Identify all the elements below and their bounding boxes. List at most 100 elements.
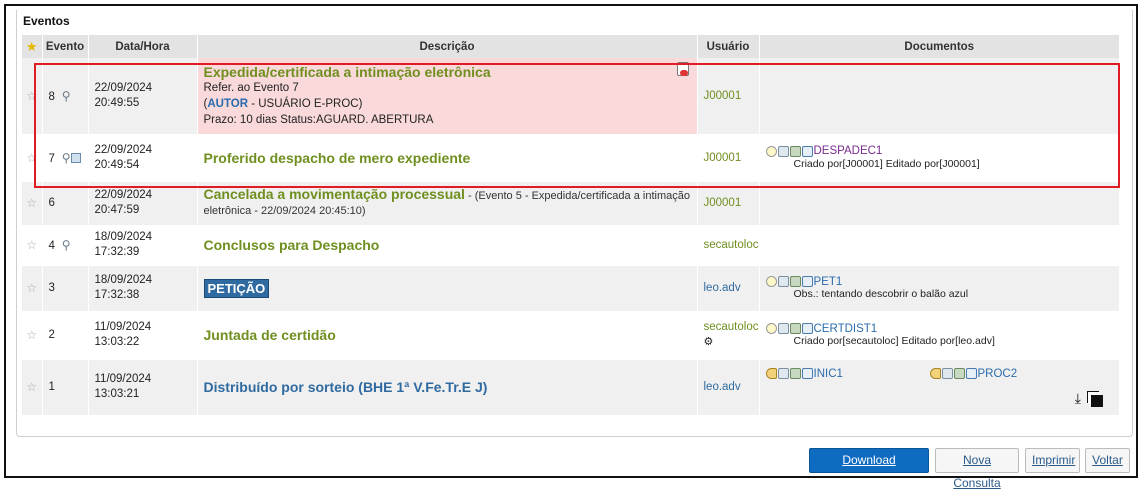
event-title[interactable]: PETIÇÃO — [203, 278, 270, 298]
document-link[interactable]: PROC2 — [978, 368, 1018, 380]
edit-icon[interactable] — [777, 323, 789, 335]
event-number: 4 — [48, 240, 55, 252]
event-title[interactable]: Proferido despacho de mero expediente — [204, 150, 691, 166]
event-time: 20:49:55 — [94, 96, 140, 109]
image-icon[interactable] — [953, 367, 965, 379]
view-icon[interactable] — [965, 367, 977, 379]
edit-icon[interactable] — [777, 367, 789, 379]
document-link[interactable]: CERTDIST1 — [814, 323, 878, 335]
event-user[interactable]: J00001 — [704, 152, 742, 164]
event-user[interactable]: J00001 — [704, 90, 742, 102]
table-row: ☆ 4 ⚲ 18/09/2024 17:32:39 Conclusos para … — [22, 225, 1120, 266]
table-row: ☆ 3 18/09/2024 17:32:38 PETIÇÃO leo.adv P… — [22, 265, 1120, 312]
event-user[interactable]: J00001 — [704, 197, 742, 209]
event-title[interactable]: Conclusos para Despacho — [204, 237, 691, 253]
gears-icon[interactable]: ⚙ — [704, 335, 753, 350]
edit-icon[interactable] — [777, 145, 789, 157]
star-outline-icon[interactable]: ☆ — [26, 380, 37, 394]
event-user[interactable]: secautoloc — [704, 320, 759, 335]
print-button[interactable]: Imprimir — [1025, 448, 1080, 473]
documents-header: Documentos — [759, 35, 1120, 58]
comment-icon[interactable] — [765, 323, 777, 335]
document-link[interactable]: DESPADEC1 — [814, 146, 883, 158]
star-outline-icon[interactable]: ☆ — [26, 89, 37, 103]
event-date: 11/09/2024 — [94, 373, 152, 385]
view-icon[interactable] — [801, 323, 813, 335]
event-title[interactable]: Juntada de certidão — [204, 327, 691, 343]
document-alert-icon[interactable] — [676, 62, 689, 76]
party-role-link[interactable]: AUTOR — [207, 98, 248, 110]
copy-icon[interactable] — [1091, 394, 1103, 407]
download-complete-button[interactable]: Download Completo — [809, 448, 929, 490]
table-row: ☆ 1 11/09/2024 13:03:21 Distribuído por s… — [22, 359, 1120, 416]
back-button[interactable]: Voltar — [1085, 448, 1130, 473]
event-user[interactable]: leo.adv — [704, 381, 741, 393]
image-icon[interactable] — [789, 145, 801, 157]
document-note: Obs.: tentando descobrir o balão azul — [793, 288, 969, 301]
document-link[interactable]: PET1 — [814, 276, 843, 288]
event-deadline: Prazo: 10 dias Status:AGUARD. ABERTURA — [203, 113, 434, 126]
event-time: 20:47:59 — [94, 204, 140, 216]
comment-icon[interactable] — [765, 276, 777, 288]
document-link[interactable]: INIC1 — [814, 368, 843, 380]
event-date: 18/09/2024 — [94, 274, 153, 286]
event-number: 7 — [48, 152, 55, 165]
star-outline-icon[interactable]: ☆ — [26, 328, 37, 342]
event-number: 8 — [48, 90, 55, 103]
view-icon[interactable] — [801, 367, 813, 379]
table-row: ☆ 7 ⚲ 22/09/2024 20:49:54 Proferido despa… — [22, 134, 1120, 182]
magnifier-icon[interactable]: ⚲ — [62, 238, 71, 252]
image-icon[interactable] — [789, 367, 801, 379]
download-icon[interactable]: ⤓ — [1075, 390, 1081, 407]
document-note: Criado por[secautoloc] Editado por[leo.a… — [793, 335, 995, 348]
event-time: 20:49:54 — [94, 158, 140, 171]
event-date: 22/09/2024 — [94, 143, 153, 156]
new-query-button[interactable]: Nova Consulta — [935, 448, 1019, 490]
event-party: (AUTOR - USUÁRIO E-PROC) — [203, 97, 363, 110]
event-header: Evento — [42, 35, 89, 58]
event-date: 22/09/2024 — [94, 189, 153, 201]
image-icon[interactable] — [789, 323, 801, 335]
preview-icon[interactable] — [70, 153, 81, 164]
event-number: 2 — [48, 329, 55, 341]
star-outline-icon[interactable]: ☆ — [26, 151, 37, 165]
table-row: ☆ 8 ⚲ 22/09/2024 20:49:55 Expedida/certif… — [22, 58, 1120, 135]
description-header: Descrição — [197, 35, 698, 58]
event-user[interactable]: leo.adv — [704, 282, 741, 294]
event-date: 22/09/2024 — [94, 81, 153, 94]
event-reference: Refer. ao Evento 7 — [203, 81, 299, 94]
comment-icon[interactable] — [765, 145, 777, 157]
event-title[interactable]: Cancelada a movimentação processual — [204, 186, 465, 202]
key-icon[interactable] — [929, 367, 941, 379]
panel-title: Eventos — [23, 14, 70, 28]
view-icon[interactable] — [801, 276, 813, 288]
event-time: 17:32:39 — [94, 246, 140, 258]
user-header: Usuário — [697, 35, 760, 58]
event-title[interactable]: Expedida/certificada a intimação eletrôn… — [204, 64, 691, 80]
document-note: Criado por[J00001] Editado por[J00001] — [793, 157, 980, 170]
favorite-header[interactable]: ★ — [22, 35, 43, 58]
magnifier-icon[interactable]: ⚲ — [62, 151, 71, 165]
event-number: 6 — [48, 197, 55, 209]
event-time: 17:32:38 — [94, 289, 140, 301]
image-icon[interactable] — [789, 276, 801, 288]
key-icon[interactable] — [765, 367, 777, 379]
star-outline-icon[interactable]: ☆ — [26, 238, 37, 252]
star-outline-icon[interactable]: ☆ — [26, 281, 37, 295]
star-icon[interactable]: ★ — [26, 39, 38, 54]
event-time: 13:03:22 — [94, 336, 140, 348]
event-date: 18/09/2024 — [94, 231, 153, 243]
magnifier-icon[interactable]: ⚲ — [62, 89, 71, 103]
edit-icon[interactable] — [777, 276, 789, 288]
event-user[interactable]: secautoloc — [704, 239, 759, 251]
event-number: 1 — [48, 381, 55, 393]
table-row: ☆ 6 22/09/2024 20:47:59 Cancelada a movim… — [22, 181, 1120, 226]
event-date: 11/09/2024 — [94, 321, 152, 333]
event-time: 13:03:21 — [94, 388, 140, 400]
view-icon[interactable] — [801, 145, 813, 157]
event-title[interactable]: Distribuído por sorteio (BHE 1ª V.Fe.Tr.… — [204, 379, 691, 395]
edit-icon[interactable] — [941, 367, 953, 379]
event-number: 3 — [48, 282, 55, 294]
star-outline-icon[interactable]: ☆ — [26, 196, 37, 210]
table-row: ☆ 2 11/09/2024 13:03:22 Juntada de certid… — [22, 311, 1120, 360]
